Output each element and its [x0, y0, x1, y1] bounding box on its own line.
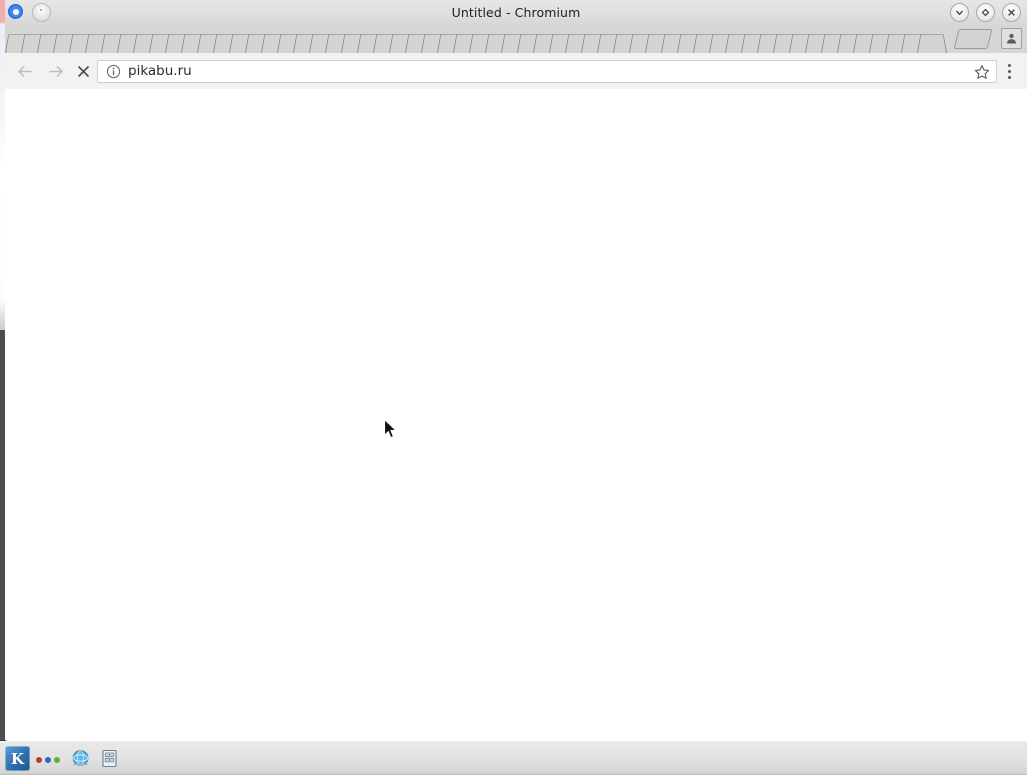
menu-dot — [1008, 70, 1011, 73]
page-viewport[interactable] — [5, 89, 1027, 740]
screen: Untitled - Chromium pikabu.ru K — [0, 0, 1027, 775]
close-x-icon — [77, 65, 89, 77]
window-titlebar[interactable]: Untitled - Chromium — [5, 0, 1027, 26]
back-button[interactable] — [14, 60, 36, 82]
chrome-menu-button[interactable] — [1008, 64, 1012, 79]
address-bar[interactable]: pikabu.ru — [97, 60, 997, 83]
pager-dot-desktop-3[interactable] — [54, 757, 60, 763]
tab-list[interactable] — [5, 25, 950, 53]
window-title: Untitled - Chromium — [451, 5, 581, 20]
menu-dot — [1008, 64, 1011, 67]
kde-launcher-label: K — [10, 749, 25, 768]
new-tab-button[interactable] — [953, 29, 993, 49]
address-bar-text[interactable]: pikabu.ru — [128, 61, 192, 82]
person-icon — [1006, 33, 1017, 44]
file-manager-icon[interactable] — [101, 749, 118, 768]
web-browser-icon[interactable] — [71, 749, 90, 768]
minimize-button[interactable] — [950, 3, 969, 22]
pager-dot-desktop-1[interactable] — [36, 757, 42, 763]
pager-dot-desktop-2[interactable] — [45, 757, 51, 763]
window-controls — [950, 3, 1021, 22]
browser-tab[interactable] — [917, 34, 947, 53]
browser-window: Untitled - Chromium pikabu.ru — [5, 0, 1027, 740]
bookmark-star-icon[interactable] — [974, 64, 990, 80]
arrow-left-icon — [17, 65, 31, 77]
arrow-right-icon — [49, 65, 63, 77]
kde-launcher-button[interactable]: K — [5, 746, 30, 771]
forward-button[interactable] — [44, 60, 66, 82]
tab-strip[interactable] — [5, 25, 1027, 54]
taskbar: K — [0, 741, 1027, 775]
profile-button[interactable] — [1001, 28, 1022, 49]
close-button[interactable] — [1002, 3, 1021, 22]
info-circle-icon[interactable] — [106, 64, 121, 79]
maximize-button[interactable] — [976, 3, 995, 22]
stop-button[interactable] — [72, 60, 94, 82]
virtual-desktop-pager[interactable] — [36, 757, 60, 763]
navigation-toolbar: pikabu.ru — [5, 53, 1027, 90]
menu-dot — [1008, 76, 1011, 79]
